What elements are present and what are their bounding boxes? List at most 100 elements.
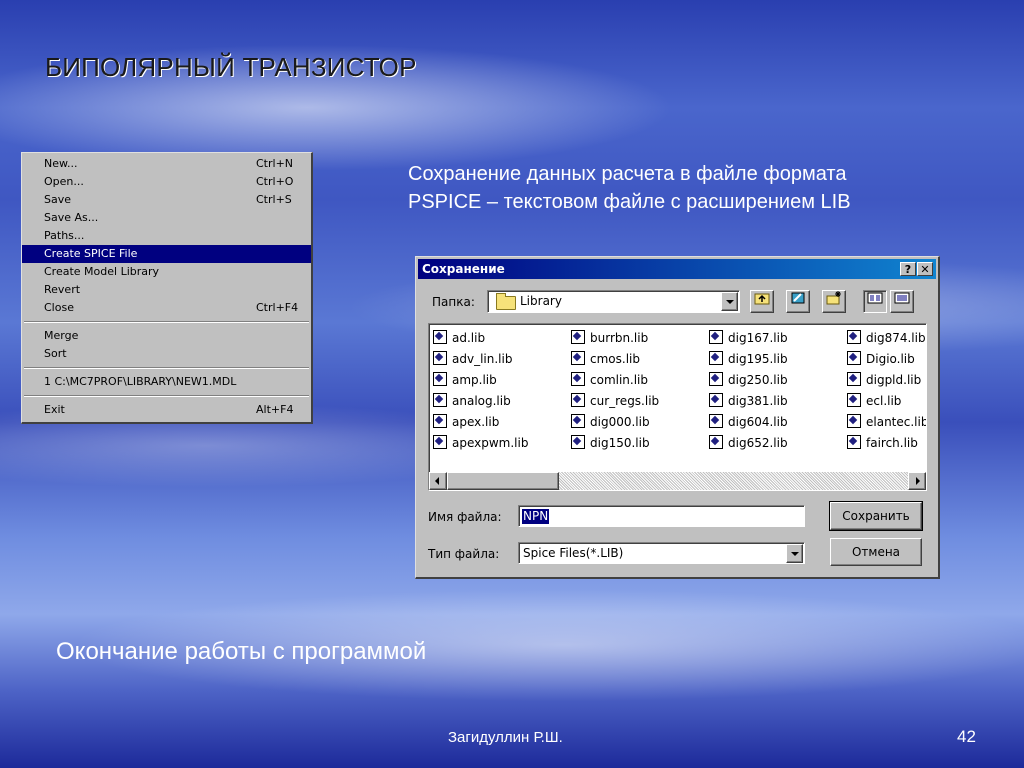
details-view-button[interactable] xyxy=(890,290,914,313)
menu-item-sort[interactable]: Sort xyxy=(22,345,311,363)
list-item[interactable]: dig604.lib xyxy=(709,412,788,433)
file-name: amp.lib xyxy=(452,373,497,387)
list-item[interactable]: dig000.lib xyxy=(571,412,659,433)
library-file-icon xyxy=(847,435,861,449)
list-item[interactable]: cmos.lib xyxy=(571,349,659,370)
scrollbar-thumb[interactable] xyxy=(447,472,559,490)
menu-item-label: Close xyxy=(44,301,74,314)
list-item[interactable]: dig381.lib xyxy=(709,391,788,412)
cancel-button[interactable]: Отмена xyxy=(830,538,922,566)
list-item[interactable]: burrbn.lib xyxy=(571,328,659,349)
file-name: adv_lin.lib xyxy=(452,352,513,366)
list-item[interactable]: dig167.lib xyxy=(709,328,788,349)
menu-item-save-as[interactable]: Save As... xyxy=(22,209,311,227)
description-line: Сохранение данных расчета в файле формат… xyxy=(408,163,847,185)
list-item[interactable]: Digio.lib xyxy=(847,349,926,370)
file-list[interactable]: ad.lib adv_lin.lib amp.lib analog.lib ap… xyxy=(428,323,927,491)
dialog-title: Сохранение xyxy=(422,262,505,276)
library-file-icon xyxy=(571,372,585,386)
menu-item-revert[interactable]: Revert xyxy=(22,281,311,299)
menu-item-shortcut: Ctrl+F4 xyxy=(256,301,299,314)
menu-item-paths[interactable]: Paths... xyxy=(22,227,311,245)
file-name: comlin.lib xyxy=(590,373,649,387)
author-name: Загидуллин Р.Ш. xyxy=(448,729,563,746)
folder-select[interactable]: Library xyxy=(487,290,740,313)
menu-item-label: Create SPICE File xyxy=(44,247,138,260)
filetype-select[interactable]: Spice Files(*.LIB) xyxy=(518,542,805,564)
menu-separator xyxy=(24,367,309,369)
file-menu: New... Ctrl+N Open... Ctrl+O Save Ctrl+S Sa… xyxy=(21,152,313,424)
menu-item-open[interactable]: Open... Ctrl+O xyxy=(22,173,311,191)
menu-item-shortcut: Ctrl+N xyxy=(256,157,294,170)
folder-value: Library xyxy=(520,294,562,308)
file-name: fairch.lib xyxy=(866,436,918,450)
list-item[interactable]: comlin.lib xyxy=(571,370,659,391)
menu-item-recent-file[interactable]: 1 C:\MC7PROF\LIBRARY\NEW1.MDL xyxy=(22,373,311,391)
library-file-icon xyxy=(847,414,861,428)
library-file-icon xyxy=(571,330,585,344)
file-name: analog.lib xyxy=(452,394,511,408)
list-view-button[interactable] xyxy=(863,290,887,313)
library-file-icon xyxy=(571,351,585,365)
horizontal-scrollbar[interactable] xyxy=(429,472,926,490)
file-column: dig874.lib Digio.lib digpld.lib ecl.lib … xyxy=(847,328,927,454)
list-item[interactable]: dig874.lib xyxy=(847,328,926,349)
filename-input[interactable]: NPN xyxy=(518,505,805,527)
menu-separator xyxy=(24,321,309,323)
list-item[interactable]: digpld.lib xyxy=(847,370,926,391)
menu-item-create-spice-file[interactable]: Create SPICE File xyxy=(22,245,311,263)
file-column: ad.lib adv_lin.lib amp.lib analog.lib ap… xyxy=(433,328,528,454)
file-name: cur_regs.lib xyxy=(590,394,660,408)
library-file-icon xyxy=(433,351,447,365)
library-file-icon xyxy=(433,393,447,407)
list-item[interactable]: amp.lib xyxy=(433,370,528,391)
list-item[interactable]: ad.lib xyxy=(433,328,528,349)
save-button[interactable]: Сохранить xyxy=(829,501,923,531)
desktop-button[interactable] xyxy=(786,290,810,313)
file-name: Digio.lib xyxy=(866,352,915,366)
list-item[interactable]: fairch.lib xyxy=(847,433,926,454)
library-file-icon xyxy=(433,435,447,449)
list-item[interactable]: analog.lib xyxy=(433,391,528,412)
library-file-icon xyxy=(709,414,723,428)
page-number: 42 xyxy=(957,727,976,746)
menu-item-create-model-library[interactable]: Create Model Library xyxy=(22,263,311,281)
file-name: ad.lib xyxy=(452,331,486,345)
dialog-titlebar[interactable]: Сохранение ? ✕ xyxy=(418,259,936,279)
menu-item-exit[interactable]: Exit Alt+F4 xyxy=(22,401,311,419)
list-item[interactable]: dig250.lib xyxy=(709,370,788,391)
list-item[interactable]: cur_regs.lib xyxy=(571,391,659,412)
scroll-right-button[interactable] xyxy=(908,472,926,490)
chevron-down-icon[interactable] xyxy=(721,292,738,311)
list-item[interactable]: dig150.lib xyxy=(571,433,659,454)
menu-item-new[interactable]: New... Ctrl+N xyxy=(22,155,311,173)
menu-item-merge[interactable]: Merge xyxy=(22,327,311,345)
list-item[interactable]: apex.lib xyxy=(433,412,528,433)
scroll-left-button[interactable] xyxy=(429,472,447,490)
list-item[interactable]: apexpwm.lib xyxy=(433,433,528,454)
filename-value: NPN xyxy=(522,509,550,524)
list-item[interactable]: elantec.lib xyxy=(847,412,927,433)
ending-text: Окончание работы с программой xyxy=(56,638,427,665)
file-name: dig000.lib xyxy=(590,415,650,429)
up-folder-button[interactable] xyxy=(750,290,774,313)
list-item[interactable]: ecl.lib xyxy=(847,391,926,412)
menu-item-close[interactable]: Close Ctrl+F4 xyxy=(22,299,311,317)
list-item[interactable]: dig195.lib xyxy=(709,349,788,370)
library-file-icon xyxy=(709,330,723,344)
desktop-icon xyxy=(791,292,805,304)
menu-item-label: New... xyxy=(44,157,78,170)
file-name: dig250.lib xyxy=(728,373,788,387)
slide-title: БИПОЛЯРНЫЙ ТРАНЗИСТОР xyxy=(45,52,417,82)
library-file-icon xyxy=(847,393,861,407)
chevron-down-icon[interactable] xyxy=(786,544,803,563)
new-folder-button[interactable] xyxy=(822,290,846,313)
file-name: dig167.lib xyxy=(728,331,788,345)
menu-item-save[interactable]: Save Ctrl+S xyxy=(22,191,311,209)
list-item[interactable]: dig652.lib xyxy=(709,433,788,454)
list-item[interactable]: adv_lin.lib xyxy=(433,349,528,370)
close-button[interactable]: ✕ xyxy=(917,262,933,276)
help-button[interactable]: ? xyxy=(900,262,916,276)
file-name: elantec.lib xyxy=(866,415,927,429)
file-name: digpld.lib xyxy=(866,373,922,387)
